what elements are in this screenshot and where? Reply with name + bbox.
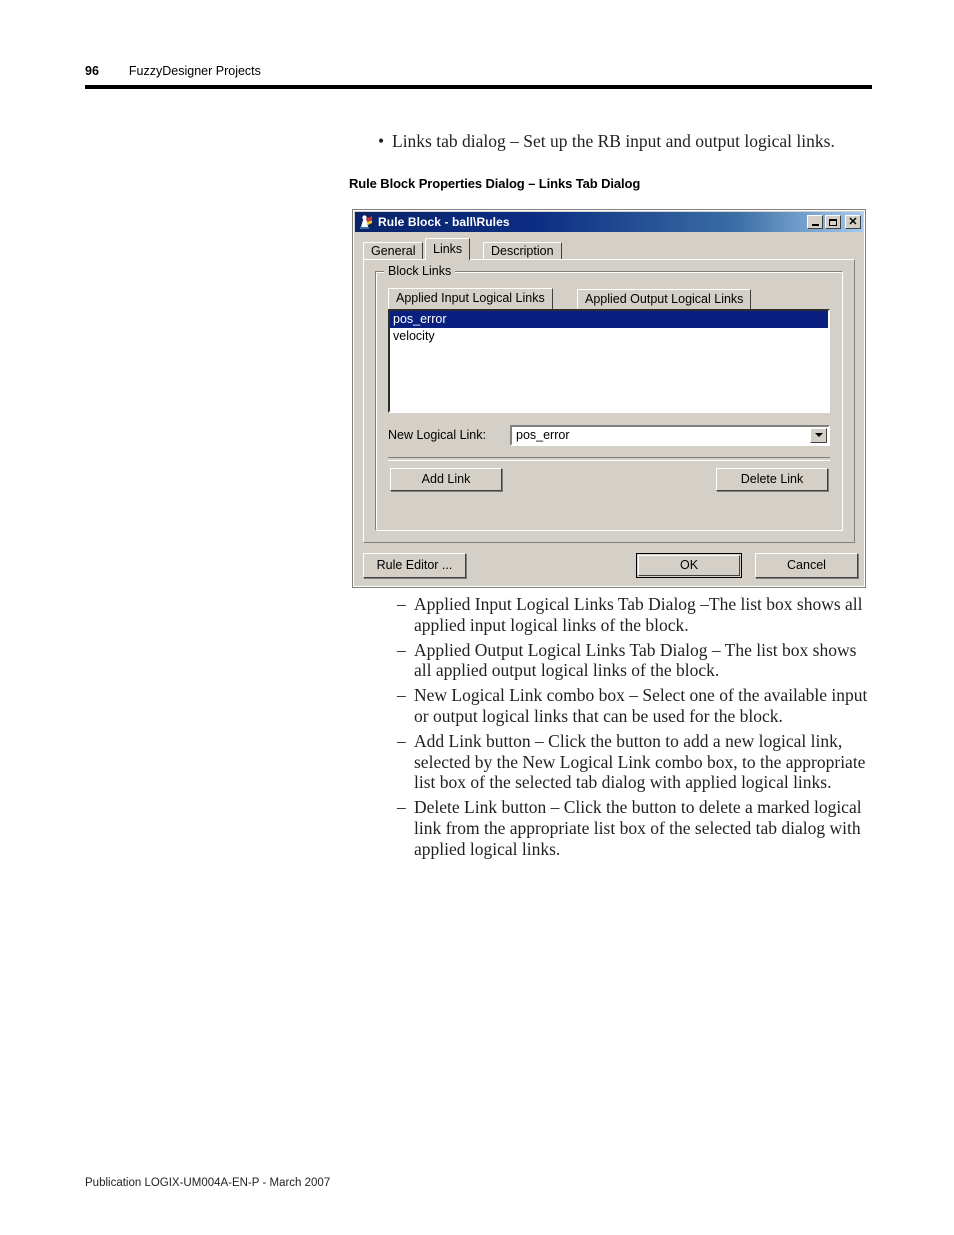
group-divider	[388, 457, 830, 461]
list-item: – Applied Input Logical Links Tab Dialog…	[397, 594, 875, 636]
header-divider	[85, 85, 872, 89]
dash-marker-icon: –	[397, 730, 406, 751]
new-logical-link-label: New Logical Link:	[388, 428, 486, 442]
dialog-titlebar[interactable]: Rule Block - ball\Rules ✕	[355, 212, 863, 232]
section-heading: Rule Block Properties Dialog – Links Tab…	[349, 176, 641, 191]
tab-applied-output-logical-links[interactable]: Applied Output Logical Links	[577, 289, 752, 309]
rule-editor-button[interactable]: Rule Editor ...	[363, 553, 466, 578]
list-item[interactable]: velocity	[390, 328, 828, 345]
page-number: 96	[85, 64, 99, 78]
block-links-group: Block Links Applied Input Logical Links …	[375, 264, 843, 531]
list-item: – Applied Output Logical Links Tab Dialo…	[397, 640, 875, 682]
maximize-icon[interactable]	[825, 215, 841, 229]
new-logical-link-value: pos_error	[516, 427, 570, 442]
dash-marker-icon: –	[397, 797, 406, 818]
list-item-text: Applied Output Logical Links Tab Dialog …	[414, 639, 857, 681]
list-item-text: Applied Input Logical Links Tab Dialog –…	[414, 594, 863, 635]
ok-button-label: OK	[638, 555, 740, 576]
bullet-marker-icon: •	[378, 131, 385, 151]
window-buttons: ✕	[807, 215, 861, 229]
dash-marker-icon: –	[397, 639, 406, 660]
list-item-text: New Logical Link combo box – Select one …	[414, 685, 868, 726]
delete-link-button[interactable]: Delete Link	[716, 468, 828, 491]
new-logical-link-row: New Logical Link: pos_error	[388, 424, 830, 446]
links-inner-tabstrip: Applied Input Logical Links Applied Outp…	[388, 288, 830, 309]
rule-block-dialog: Rule Block - ball\Rules ✕ General Links …	[352, 209, 866, 588]
dialog-title: Rule Block - ball\Rules	[378, 215, 510, 229]
links-tab-page: Block Links Applied Input Logical Links …	[363, 259, 855, 543]
tab-description[interactable]: Description	[483, 242, 562, 260]
publication-footer: Publication LOGIX-UM004A-EN-P - March 20…	[85, 1177, 331, 1189]
intro-block: • Links tab dialog – Set up the RB input…	[374, 131, 874, 158]
list-item-text: Delete Link button – Click the button to…	[414, 797, 862, 859]
dialog-footer-buttons: Rule Editor ... OK Cancel	[363, 553, 858, 579]
list-item-text: Add Link button – Click the button to ad…	[414, 730, 866, 793]
chevron-down-icon[interactable]	[810, 427, 827, 443]
list-item[interactable]: pos_error	[390, 311, 828, 328]
app-icon	[358, 214, 374, 230]
list-item: – Add Link button – Click the button to …	[397, 731, 875, 793]
dialog-tabstrip: General Links Description	[363, 238, 855, 260]
tab-general[interactable]: General	[363, 242, 424, 260]
description-list: – Applied Input Logical Links Tab Dialog…	[397, 594, 875, 864]
applied-links-listbox[interactable]: pos_error velocity	[388, 309, 830, 413]
dash-marker-icon: –	[397, 594, 406, 614]
intro-bullet-text: Links tab dialog – Set up the RB input a…	[392, 131, 835, 151]
add-link-button[interactable]: Add Link	[390, 468, 502, 491]
minimize-icon[interactable]	[807, 215, 823, 229]
cancel-button[interactable]: Cancel	[755, 553, 858, 578]
tab-applied-input-logical-links[interactable]: Applied Input Logical Links	[388, 288, 553, 309]
tab-links[interactable]: Links	[425, 238, 471, 260]
block-links-group-title: Block Links	[384, 264, 456, 278]
running-head: FuzzyDesigner Projects	[128, 64, 261, 78]
close-icon[interactable]: ✕	[845, 215, 861, 229]
dash-marker-icon: –	[397, 685, 406, 706]
list-item: – New Logical Link combo box – Select on…	[397, 685, 875, 727]
list-item: – Delete Link button – Click the button …	[397, 797, 875, 859]
new-logical-link-combo[interactable]: pos_error	[510, 424, 830, 446]
intro-bullet: • Links tab dialog – Set up the RB input…	[374, 131, 874, 152]
ok-button[interactable]: OK	[636, 553, 742, 578]
